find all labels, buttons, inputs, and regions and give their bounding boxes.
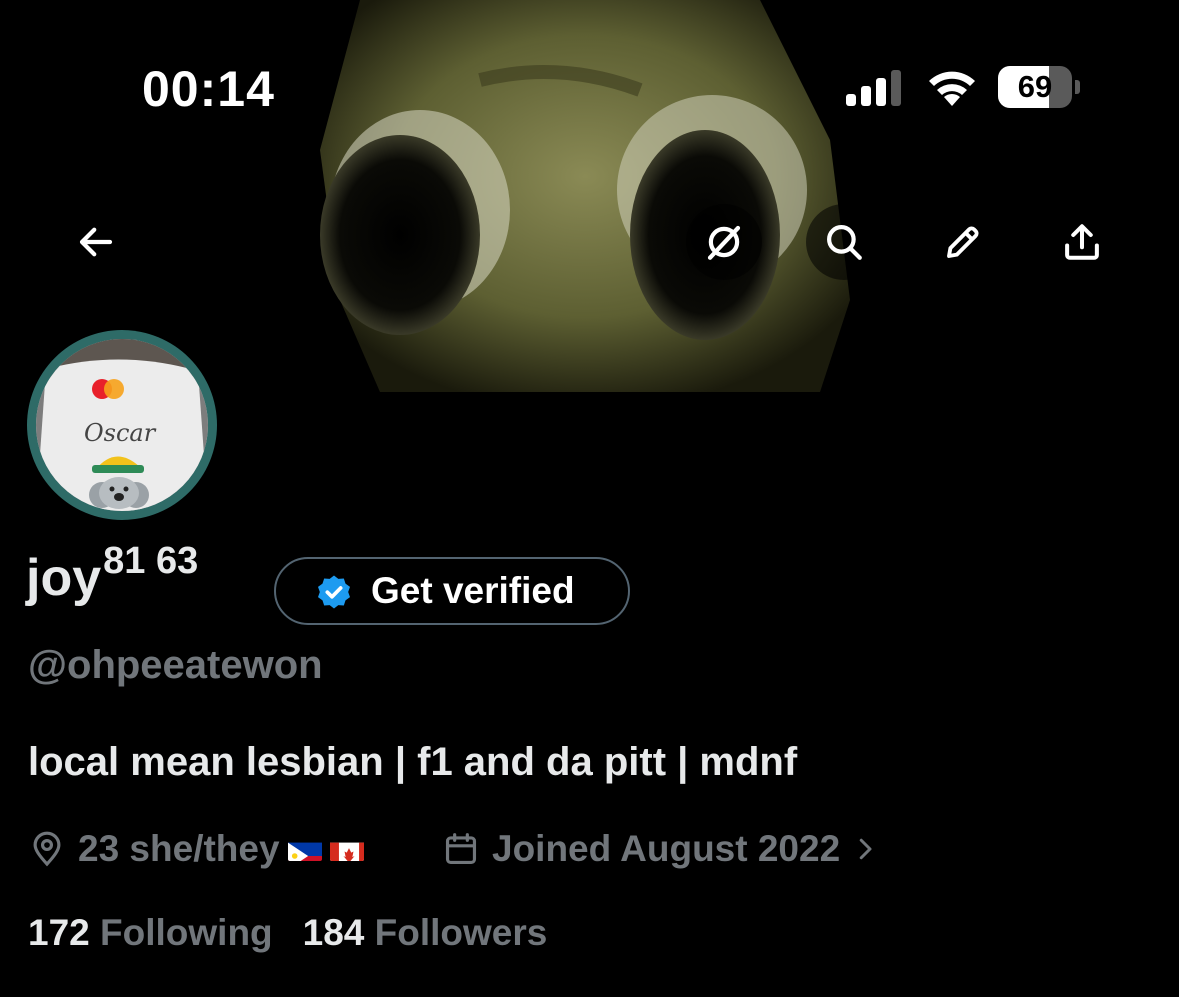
avatar-image: Oscar xyxy=(36,339,208,511)
battery-indicator: 69 xyxy=(998,66,1082,108)
search-icon xyxy=(827,225,862,260)
following-link[interactable]: 172 Following xyxy=(28,912,273,953)
back-arrow-icon xyxy=(79,227,113,257)
grok-button[interactable] xyxy=(686,204,762,280)
search-button[interactable] xyxy=(806,204,882,280)
following-count: 172 xyxy=(28,912,90,953)
edit-button[interactable] xyxy=(925,204,1001,280)
followers-link[interactable]: 184 Followers xyxy=(303,912,548,953)
battery-level: 69 xyxy=(1017,69,1053,104)
avatar-shirt-text: Oscar xyxy=(84,419,157,447)
grok-icon xyxy=(707,225,741,260)
joined-date-item[interactable]: Joined August 2022 xyxy=(442,826,880,872)
share-icon xyxy=(1065,224,1099,260)
followers-count: 184 xyxy=(302,912,365,953)
get-verified-label: Get verified xyxy=(371,570,575,611)
back-button[interactable] xyxy=(58,204,134,280)
status-time: 00:14 xyxy=(142,61,275,117)
following-label: Following xyxy=(100,912,273,953)
canada-flag-icon xyxy=(329,837,364,861)
avatar[interactable]: Oscar xyxy=(27,330,217,520)
pencil-icon xyxy=(947,226,979,258)
calendar-icon xyxy=(445,833,477,865)
status-bar: 00:14 69 xyxy=(0,0,1179,180)
location-pin-icon xyxy=(33,831,61,867)
profile-bio: local mean lesbian | f1 and da pitt | md… xyxy=(28,740,798,784)
joined-date-text: Joined August 2022 xyxy=(492,828,841,869)
cellular-signal-icon xyxy=(846,70,901,106)
wifi-icon xyxy=(929,71,975,106)
get-verified-button[interactable]: Get verified xyxy=(274,557,630,625)
follow-counts: 172 Following 184 Followers xyxy=(28,912,547,954)
location-text: 23 she/they xyxy=(78,828,280,869)
share-button[interactable] xyxy=(1044,204,1120,280)
chevron-right-icon xyxy=(859,838,872,860)
location-item: 23 she/they xyxy=(28,826,364,872)
display-name-superscript: 81 63 xyxy=(103,540,199,582)
verified-badge-icon xyxy=(318,575,350,609)
display-name: joy81 63 xyxy=(26,540,198,608)
profile-handle: @ohpeeatewon xyxy=(28,643,323,687)
followers-label: Followers xyxy=(374,912,548,953)
display-name-text: joy xyxy=(26,549,102,607)
philippines-flag-icon xyxy=(287,837,322,861)
